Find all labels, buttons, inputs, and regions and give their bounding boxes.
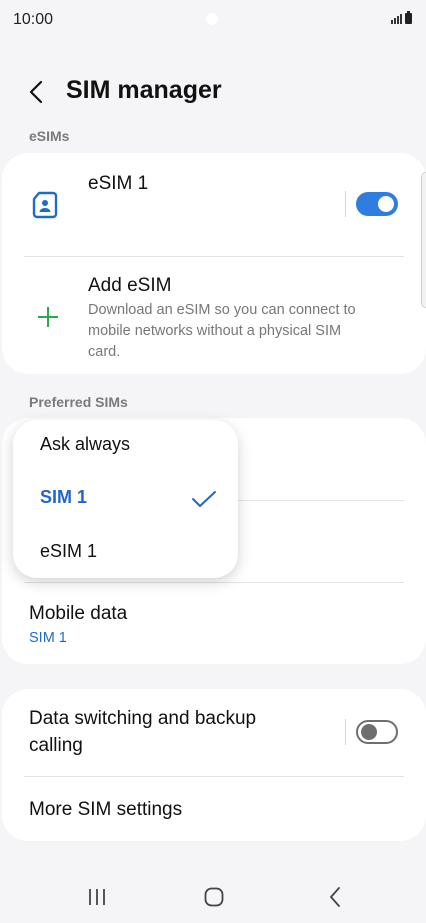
navigation-bar — [0, 870, 426, 923]
plus-icon — [38, 307, 58, 327]
mobile-data-title: Mobile data — [29, 603, 128, 624]
data-switching-toggle[interactable] — [356, 720, 398, 744]
back-arrow-icon[interactable] — [29, 80, 43, 104]
data-switching-row[interactable]: Data switching and backup calling — [2, 689, 426, 776]
section-label-preferred: Preferred SIMs — [29, 394, 128, 410]
esim1-row[interactable]: eSIM 1 — [2, 153, 426, 256]
more-sim-settings-label: More SIM settings — [29, 799, 183, 820]
add-esim-row[interactable]: Add eSIM Download an eSIM so you can con… — [2, 257, 426, 374]
esim1-name: eSIM 1 — [88, 173, 149, 194]
status-time: 10:00 — [13, 11, 54, 28]
toggle-separator — [345, 191, 346, 217]
recents-button[interactable] — [82, 884, 112, 910]
sim-card-icon — [32, 191, 58, 219]
mobile-data-value: SIM 1 — [29, 630, 67, 646]
scroll-indicator[interactable] — [421, 172, 426, 308]
preferred-sim-dropdown: Ask always SIM 1 eSIM 1 — [13, 420, 238, 578]
back-button[interactable] — [22, 78, 50, 106]
home-button[interactable] — [199, 884, 229, 910]
mobile-data-row[interactable]: Mobile data SIM 1 — [2, 583, 426, 664]
data-switching-title-line2: calling — [29, 735, 83, 756]
add-esim-description-line1: Download an eSIM so you can connect to — [88, 302, 356, 318]
add-esim-description-line2: mobile networks without a physical SIM — [88, 323, 342, 339]
back-icon[interactable] — [328, 886, 342, 908]
more-sim-settings-row[interactable]: More SIM settings — [2, 777, 426, 841]
checkmark-icon — [192, 491, 216, 507]
signal-icon — [391, 13, 402, 24]
toggle-separator — [345, 719, 346, 745]
other-settings-card: Data switching and backup calling More S… — [2, 689, 426, 841]
home-icon[interactable] — [204, 887, 224, 907]
esims-card: eSIM 1 Add eSIM Download an eSIM so you … — [2, 153, 426, 374]
data-switching-title-line1: Data switching and backup — [29, 708, 257, 729]
status-icons — [391, 11, 412, 24]
toggle-knob — [378, 196, 394, 212]
nav-back-button[interactable] — [320, 884, 350, 910]
toggle-knob — [361, 724, 377, 740]
add-esim-description-line3: card. — [88, 344, 121, 360]
recents-icon[interactable] — [87, 887, 107, 907]
dropdown-option-sim1[interactable]: SIM 1 — [40, 487, 87, 508]
esim1-toggle[interactable] — [356, 192, 398, 216]
camera-cutout — [206, 13, 218, 25]
dropdown-option-ask-always[interactable]: Ask always — [40, 434, 130, 455]
app-header: SIM manager — [0, 70, 426, 116]
page-title: SIM manager — [66, 76, 222, 104]
dropdown-option-esim1[interactable]: eSIM 1 — [40, 541, 97, 562]
section-label-esims: eSIMs — [29, 128, 70, 144]
status-bar: 10:00 — [0, 0, 426, 40]
add-esim-title: Add eSIM — [88, 275, 172, 296]
battery-icon — [405, 11, 412, 24]
